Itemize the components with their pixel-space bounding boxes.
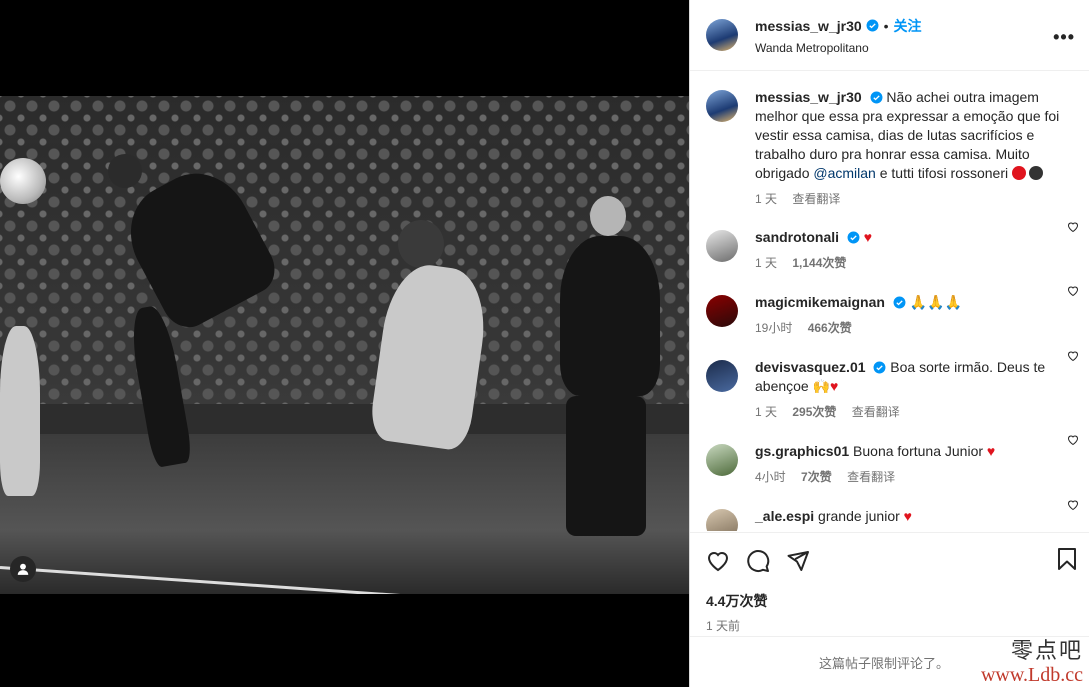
comment-emoji: 🙌♥: [812, 378, 839, 394]
watermark: 零点吧 www.Ldb.cc: [980, 639, 1083, 686]
heart-icon[interactable]: [1067, 221, 1079, 233]
comments-list[interactable]: messias_w_jr30 Não achei outra imagem me…: [690, 72, 1089, 531]
verified-icon: [847, 231, 860, 244]
heart-icon[interactable]: [1067, 499, 1079, 511]
comment-emoji: ♥: [903, 508, 912, 524]
user-icon: [17, 563, 29, 575]
post-time: 1 天前: [706, 619, 741, 633]
see-translation-button[interactable]: 查看翻译: [792, 192, 840, 206]
see-translation-button[interactable]: 查看翻译: [852, 405, 900, 419]
post-panel: messias_w_jr30 • 关注 Wanda Metropolitano …: [689, 0, 1089, 687]
comment-item: gs.graphics01 Buona fortuna Junior ♥ 4小时…: [690, 422, 1089, 487]
verified-icon: [873, 361, 886, 374]
caption-username[interactable]: messias_w_jr30: [755, 89, 862, 105]
avatar[interactable]: [706, 444, 738, 476]
comment-item: _ale.espi grande junior ♥: [690, 487, 1089, 531]
comment-username[interactable]: gs.graphics01: [755, 443, 849, 459]
comment-username[interactable]: magicmikemaignan: [755, 294, 885, 310]
comment-bubble-icon[interactable]: [746, 549, 770, 573]
photo-player-head: [108, 154, 142, 188]
comment-likes[interactable]: 466次赞: [808, 321, 852, 335]
like-heart-icon[interactable]: [706, 549, 730, 573]
see-translation-button[interactable]: 查看翻译: [847, 470, 895, 484]
comment-emoji: 🙏🙏🙏: [909, 294, 963, 310]
comment-username[interactable]: _ale.espi: [755, 508, 814, 524]
avatar[interactable]: [706, 360, 738, 392]
photo-player-head: [590, 196, 626, 236]
post-header: messias_w_jr30 • 关注 Wanda Metropolitano …: [690, 0, 1089, 71]
comment-text: Buona fortuna Junior: [853, 443, 984, 459]
photo-player-standing: [560, 236, 660, 396]
post-media: [0, 0, 689, 687]
heart-icon[interactable]: [1067, 434, 1079, 446]
action-bar: 4.4万次赞 1 天前: [690, 532, 1089, 634]
verified-icon: [866, 19, 879, 32]
comment-time: 4小时: [755, 470, 786, 484]
caption-time: 1 天: [755, 192, 778, 206]
heart-icon[interactable]: [1067, 285, 1079, 297]
avatar[interactable]: [706, 90, 738, 122]
comment-likes[interactable]: 1,144次赞: [792, 256, 846, 270]
comment-likes[interactable]: 295次赞: [792, 405, 836, 419]
verified-icon: [893, 296, 906, 309]
verified-icon: [870, 91, 882, 104]
tagged-users-button[interactable]: [10, 556, 36, 582]
photo-player-opponent-left: [0, 326, 40, 496]
comment-time: 1 天: [755, 405, 778, 419]
comment-item: devisvasquez.01 Boa sorte irmão. Deus te…: [690, 338, 1089, 422]
bookmark-icon[interactable]: [1055, 547, 1079, 571]
red-circle-emoji: [1012, 166, 1027, 180]
follow-button[interactable]: 关注: [894, 16, 922, 36]
avatar[interactable]: [706, 509, 738, 531]
comment-time: 1 天: [755, 256, 778, 270]
more-options-icon[interactable]: •••: [1053, 27, 1075, 48]
avatar[interactable]: [706, 19, 738, 51]
comment-emoji: ♥: [863, 229, 873, 245]
heart-icon[interactable]: [1067, 350, 1079, 362]
photo-ball: [0, 158, 46, 204]
avatar[interactable]: [706, 295, 738, 327]
comment-username[interactable]: sandrotonali: [755, 229, 839, 245]
share-send-icon[interactable]: [786, 549, 810, 573]
mention-link[interactable]: @acmilan: [813, 165, 875, 181]
comment-text: grande junior: [818, 508, 900, 524]
watermark-line2: www.Ldb.cc: [980, 664, 1083, 686]
separator-dot: •: [883, 17, 889, 34]
avatar[interactable]: [706, 230, 738, 262]
photo-player-legs: [566, 396, 646, 536]
comments-limited-text: 这篇帖子限制评论了。: [818, 655, 949, 671]
comment-emoji: ♥: [986, 443, 996, 459]
location-link[interactable]: Wanda Metropolitano: [755, 41, 922, 55]
caption: messias_w_jr30 Não achei outra imagem me…: [690, 72, 1089, 209]
likes-count[interactable]: 4.4万次赞: [706, 591, 1073, 611]
comment-item: magicmikemaignan 🙏🙏🙏 19小时 466次赞: [690, 273, 1089, 338]
photo-player-head: [398, 220, 444, 268]
comment-time: 19小时: [755, 321, 793, 335]
comment-likes[interactable]: 7次赞: [801, 470, 832, 484]
author-username[interactable]: messias_w_jr30: [755, 18, 862, 34]
comment-username[interactable]: devisvasquez.01: [755, 359, 866, 375]
caption-text-end: e tutti tifosi rossoneri: [879, 165, 1009, 181]
post-photo[interactable]: [0, 96, 689, 594]
watermark-line1: 零点吧: [1010, 639, 1083, 664]
comment-item: sandrotonali ♥ 1 天 1,144次赞: [690, 209, 1089, 273]
black-circle-emoji: [1029, 166, 1044, 180]
